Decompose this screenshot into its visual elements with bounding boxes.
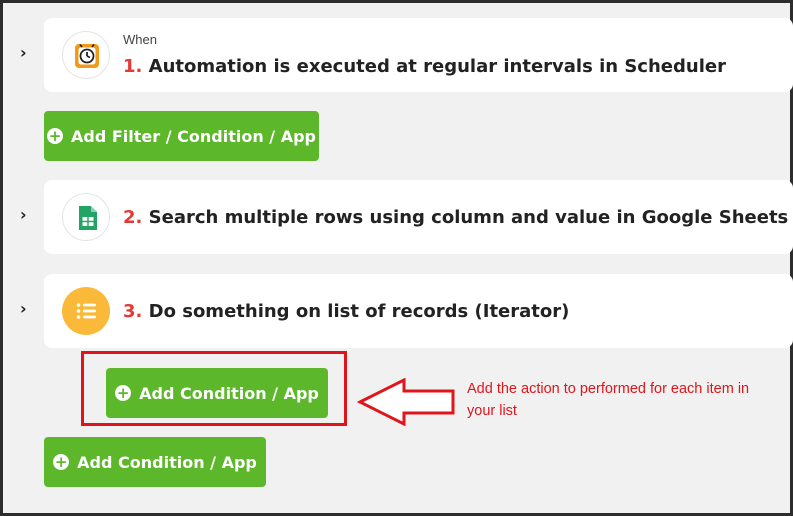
step-2-title-text: Search multiple rows using column and va… <box>148 207 789 228</box>
step-1-icon-container <box>62 31 110 79</box>
alarm-clock-icon <box>75 43 99 68</box>
left-arrow-annotation-icon <box>357 378 455 426</box>
step-3-number: 3. <box>123 301 143 322</box>
step-3-icon-container <box>62 287 110 335</box>
annotation-text: Add the action to performed for each ite… <box>467 381 750 419</box>
add-condition-outer-label: Add Condition / App <box>77 452 257 472</box>
plus-circle-icon: + <box>53 453 70 471</box>
list-icon <box>76 303 96 319</box>
step-2-card[interactable]: 2. Search multiple rows using column and… <box>44 180 793 254</box>
step-2-icon-container <box>62 193 110 241</box>
step-1-expand-chevron-icon[interactable]: › <box>20 45 34 61</box>
add-filter-label: Add Filter / Condition / App <box>71 126 316 146</box>
add-condition-app-button[interactable]: + Add Condition / App <box>44 437 266 487</box>
step-1-title-text: Automation is executed at regular interv… <box>148 56 726 77</box>
step-1-trigger-label: When <box>123 32 157 47</box>
step-2-expand-chevron-icon[interactable]: › <box>20 207 34 223</box>
highlight-annotation-box <box>81 351 347 426</box>
window-frame-top <box>0 0 793 3</box>
step-3-title: 3. Do something on list of records (Iter… <box>123 301 569 322</box>
step-3-title-text: Do something on list of records (Iterato… <box>148 301 570 322</box>
step-2-number: 2. <box>123 207 143 228</box>
google-sheets-icon <box>79 206 97 230</box>
step-1-title: 1. Automation is executed at regular int… <box>123 56 726 77</box>
step-1-number: 1. <box>123 56 143 77</box>
step-2-title: 2. Search multiple rows using column and… <box>123 207 788 228</box>
step-3-card[interactable]: 3. Do something on list of records (Iter… <box>44 274 793 348</box>
add-filter-condition-app-button[interactable]: + Add Filter / Condition / App <box>44 111 319 161</box>
step-1-card[interactable]: When 1. Automation is executed at regula… <box>44 18 793 92</box>
plus-circle-icon: + <box>47 127 63 145</box>
step-3-expand-chevron-icon[interactable]: › <box>20 301 34 317</box>
window-frame-left <box>0 0 3 516</box>
